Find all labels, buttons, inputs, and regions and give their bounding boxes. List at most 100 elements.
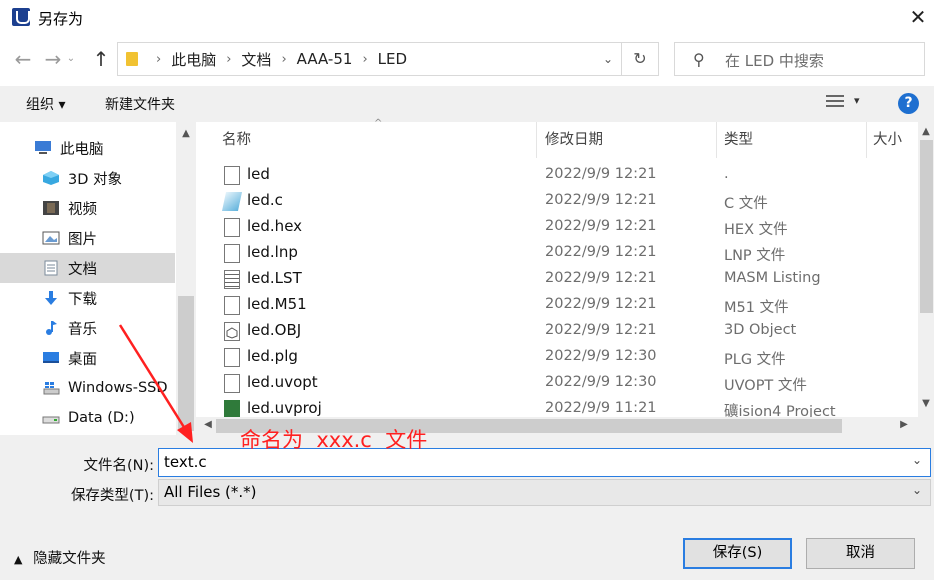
file-row[interactable]: led.uvopt 2022/9/9 12:30 UVOPT 文件 xyxy=(196,370,918,396)
window-title: 另存为 xyxy=(38,10,84,28)
column-header-date[interactable]: 修改日期 xyxy=(545,122,603,158)
app-icon xyxy=(12,8,30,26)
sidebar-item-downloads[interactable]: 下载 xyxy=(0,283,175,313)
file-row[interactable]: led.OBJ 2022/9/9 12:21 3D Object xyxy=(196,318,918,344)
scroll-down-icon[interactable]: ▼ xyxy=(918,398,934,409)
sidebar-item-label: 桌面 xyxy=(68,351,97,368)
file-row[interactable]: led.plg 2022/9/9 12:30 PLG 文件 xyxy=(196,344,918,370)
back-button[interactable]: ← xyxy=(10,44,36,74)
breadcrumb: › 此电脑 › 文档 › AAA-51 › LED xyxy=(156,49,408,70)
sidebar-item-pictures[interactable]: 图片 xyxy=(0,223,175,253)
file-name: led.LST xyxy=(247,269,302,287)
scroll-up-icon[interactable]: ▲ xyxy=(918,126,934,137)
file-name: led.OBJ xyxy=(247,321,302,339)
file-type: 礦ision4 Project xyxy=(724,404,836,417)
filetype-value: All Files (*.*) xyxy=(164,483,257,501)
breadcrumb-item[interactable]: 此电脑 xyxy=(171,49,216,70)
file-type: . xyxy=(724,166,729,182)
file-name: led.uvopt xyxy=(247,373,318,391)
scroll-up-icon[interactable]: ▲ xyxy=(178,128,194,139)
file-type: PLG 文件 xyxy=(724,352,786,368)
hide-folders-toggle[interactable]: ▲ 隐藏文件夹 xyxy=(14,547,106,568)
file-date: 2022/9/9 12:21 xyxy=(545,166,657,182)
file-type: C 文件 xyxy=(724,196,768,212)
address-dropdown-icon[interactable]: ⌄ xyxy=(596,43,620,75)
3d-object-file-icon xyxy=(224,322,240,341)
column-header-type[interactable]: 类型 xyxy=(724,122,753,158)
scroll-right-icon[interactable]: ▶ xyxy=(896,419,912,430)
chevron-up-icon: ▲ xyxy=(14,553,23,566)
file-date: 2022/9/9 12:21 xyxy=(545,270,657,286)
folder-icon xyxy=(126,52,138,66)
address-bar[interactable]: › 此电脑 › 文档 › AAA-51 › LED xyxy=(117,42,659,76)
file-date: 2022/9/9 12:21 xyxy=(545,296,657,312)
file-row[interactable]: led.uvproj 2022/9/9 11:21 礦ision4 Projec… xyxy=(196,396,918,417)
blank-file-icon xyxy=(224,244,240,263)
file-row[interactable]: led.lnp 2022/9/9 12:21 LNP 文件 xyxy=(196,240,918,266)
blank-file-icon xyxy=(224,166,240,185)
picture-icon xyxy=(42,230,60,246)
view-dropdown-icon[interactable]: ▾ xyxy=(854,94,860,107)
file-row[interactable]: led 2022/9/9 12:21 . xyxy=(196,162,918,188)
view-options-icon[interactable] xyxy=(826,95,844,111)
file-type: HEX 文件 xyxy=(724,222,788,238)
sidebar-item-documents[interactable]: 文档 xyxy=(0,253,175,283)
blank-file-icon xyxy=(224,218,240,237)
annotation-arrow xyxy=(118,324,193,443)
sidebar-item-this-pc[interactable]: 此电脑 xyxy=(0,133,175,163)
sidebar-item-label: 图片 xyxy=(68,231,97,248)
uvision-project-icon xyxy=(224,400,240,417)
filename-label: 文件名(N): xyxy=(83,458,154,474)
up-button[interactable]: ↑ xyxy=(88,44,114,74)
breadcrumb-item[interactable]: LED xyxy=(378,50,407,68)
file-row[interactable]: led.hex 2022/9/9 12:21 HEX 文件 xyxy=(196,214,918,240)
toolbar: 组织 ▾ 新建文件夹 ▾ xyxy=(0,86,934,122)
cube-icon xyxy=(42,170,60,186)
file-type: MASM Listing xyxy=(724,270,821,286)
sort-ascending-icon: ^ xyxy=(374,118,383,129)
file-list-scrollbar-thumb[interactable] xyxy=(920,140,933,313)
column-header-size[interactable]: 大小 xyxy=(873,122,902,158)
refresh-button[interactable]: ↻ xyxy=(621,42,659,76)
file-row[interactable]: led.c 2022/9/9 12:21 C 文件 xyxy=(196,188,918,214)
chevron-down-icon[interactable]: ⌄ xyxy=(912,483,922,497)
file-date: 2022/9/9 12:21 xyxy=(545,218,657,234)
help-button[interactable]: ? xyxy=(898,93,919,114)
drive-icon xyxy=(42,410,60,426)
sidebar-item-label: 文档 xyxy=(68,261,97,278)
file-list: ^ 名称 修改日期 类型 大小 led 2022/9/9 12:21 . led… xyxy=(196,118,918,417)
sidebar-item-3d-objects[interactable]: 3D 对象 xyxy=(0,163,175,193)
cancel-button[interactable]: 取消 xyxy=(806,538,915,569)
file-name: led.hex xyxy=(247,217,303,235)
sidebar-item-videos[interactable]: 视频 xyxy=(0,193,175,223)
annotation-text: 命名为 xxx.c 文件 xyxy=(240,428,428,452)
breadcrumb-item[interactable]: AAA-51 xyxy=(297,50,353,68)
file-row[interactable]: led.M51 2022/9/9 12:21 M51 文件 xyxy=(196,292,918,318)
file-date: 2022/9/9 12:21 xyxy=(545,322,657,338)
new-folder-button[interactable]: 新建文件夹 xyxy=(105,94,175,114)
sidebar-item-label: 视频 xyxy=(68,201,97,218)
document-icon xyxy=(42,260,60,276)
organize-menu[interactable]: 组织 ▾ xyxy=(26,94,65,114)
file-name: led xyxy=(247,165,270,183)
column-header-name[interactable]: 名称 xyxy=(222,122,251,158)
download-arrow-icon xyxy=(42,290,60,306)
file-date: 2022/9/9 12:21 xyxy=(545,192,657,208)
chevron-down-icon[interactable]: ⌄ xyxy=(912,453,922,467)
sidebar-item-label: 下载 xyxy=(68,291,97,308)
sidebar-item-label: 3D 对象 xyxy=(68,171,122,188)
save-button[interactable]: 保存(S) xyxy=(683,538,792,569)
blank-file-icon xyxy=(224,296,240,315)
search-box[interactable]: ⚲ 在 LED 中搜索 xyxy=(674,42,925,76)
file-row[interactable]: led.LST 2022/9/9 12:21 MASM Listing xyxy=(196,266,918,292)
music-note-icon xyxy=(42,320,60,336)
close-button[interactable]: ✕ xyxy=(904,4,932,30)
file-type: LNP 文件 xyxy=(724,248,786,264)
forward-button[interactable]: → xyxy=(40,44,66,74)
filetype-select[interactable]: All Files (*.*) ⌄ xyxy=(158,479,931,506)
computer-icon xyxy=(34,140,52,156)
file-date: 2022/9/9 12:30 xyxy=(545,348,657,364)
blank-file-icon xyxy=(224,374,240,393)
file-date: 2022/9/9 12:21 xyxy=(545,244,657,260)
breadcrumb-item[interactable]: 文档 xyxy=(241,49,271,70)
